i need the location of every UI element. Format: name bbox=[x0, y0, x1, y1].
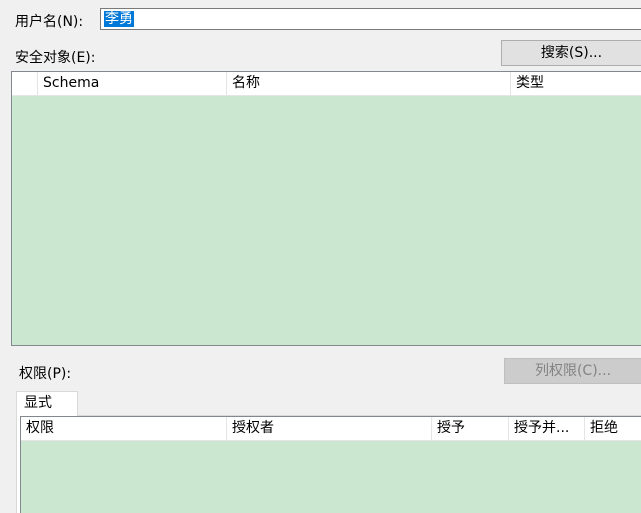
username-input[interactable]: 李勇 bbox=[100, 8, 641, 30]
permissions-grid[interactable]: 权限 授权者 授予 授予并... 拒绝 bbox=[20, 416, 641, 513]
column-header-name[interactable]: 名称 bbox=[227, 72, 511, 95]
column-header-deny[interactable]: 拒绝 bbox=[585, 417, 641, 440]
row-header-column bbox=[12, 72, 38, 95]
column-header-with-grant[interactable]: 授予并... bbox=[509, 417, 585, 440]
securables-grid[interactable]: Schema 名称 类型 bbox=[11, 71, 641, 346]
securables-label: 安全对象(E): bbox=[15, 50, 96, 66]
securables-grid-header: Schema 名称 类型 bbox=[12, 72, 641, 96]
column-permissions-button[interactable]: 列权限(C)... bbox=[504, 358, 641, 384]
permissions-grid-header: 权限 授权者 授予 授予并... 拒绝 bbox=[21, 417, 641, 441]
column-header-type[interactable]: 类型 bbox=[511, 72, 641, 95]
search-button[interactable]: 搜索(S)... bbox=[501, 40, 641, 66]
column-header-permission[interactable]: 权限 bbox=[21, 417, 227, 440]
column-header-schema[interactable]: Schema bbox=[38, 72, 227, 95]
tab-explicit[interactable]: 显式 bbox=[16, 391, 78, 416]
username-value: 李勇 bbox=[104, 11, 134, 27]
permissions-label: 权限(P): bbox=[19, 366, 72, 382]
column-header-grantor[interactable]: 授权者 bbox=[227, 417, 432, 440]
column-header-grant[interactable]: 授予 bbox=[432, 417, 509, 440]
username-label: 用户名(N): bbox=[15, 14, 84, 30]
